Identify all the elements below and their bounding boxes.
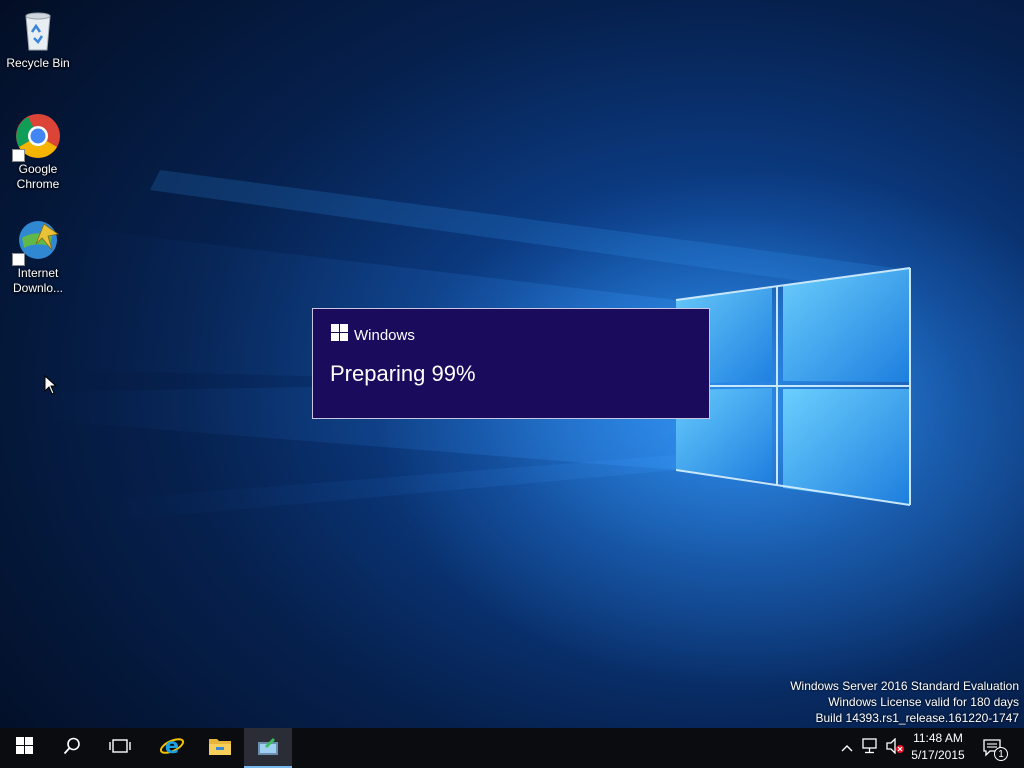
watermark-edition: Windows Server 2016 Standard Evaluation [790,679,1019,693]
taskbar-internet-explorer[interactable]: e [148,728,196,768]
network-button[interactable] [860,728,882,768]
clock-date: 5/17/2015 [911,748,965,762]
taskbar-active-app[interactable] [244,728,292,768]
start-icon [15,737,33,759]
notification-count-badge: 1 [994,747,1008,761]
volume-muted-icon [885,736,905,759]
internet-explorer-icon: e [159,733,185,764]
svg-text:e: e [165,734,179,758]
chrome-icon [12,112,62,162]
file-explorer-icon [208,736,232,761]
watermark-build: Build 14393.rs1_release.161220-1747 [815,711,1020,725]
task-view-icon [109,738,131,759]
mouse-cursor-icon [44,375,58,395]
taskbar-clock[interactable]: 11:48 AM 5/17/2015 [904,730,972,764]
start-button[interactable] [0,728,48,768]
desktop-icon-internet-download-manager[interactable]: Internet Downlo... [0,216,76,296]
action-center-icon: 1 [982,738,1008,761]
recycle-bin-icon [14,6,62,54]
chevron-up-icon [841,739,853,757]
desktop-icon-label: Google Chrome [16,162,60,191]
show-hidden-icons-button[interactable] [838,728,856,768]
dialog-title: Windows [354,326,415,344]
taskbar-file-explorer[interactable] [196,728,244,768]
shortcut-overlay-icon [12,149,25,162]
taskbar: e 11:48 AM 5/17/2015 1 [0,728,1024,768]
volume-button[interactable] [884,728,906,768]
edition-watermark: Windows Server 2016 Standard Evaluation … [790,678,1019,726]
active-app-icon [257,736,279,761]
desktop-icon-recycle-bin[interactable]: Recycle Bin [0,6,76,71]
search-icon [63,737,81,760]
task-view-button[interactable] [96,728,144,768]
windows-logo-icon [331,324,348,346]
preparing-status: Preparing 99% [330,361,476,386]
action-center-button[interactable]: 1 [978,728,1008,768]
preparing-dialog: Windows Preparing 99% [312,308,710,419]
watermark-license: Windows License valid for 180 days [828,695,1019,709]
shortcut-overlay-icon [12,253,25,266]
search-button[interactable] [48,728,96,768]
network-icon [862,737,880,759]
clock-time: 11:48 AM [913,731,963,745]
desktop-icon-chrome[interactable]: Google Chrome [0,112,76,192]
desktop-icon-label: Recycle Bin [6,56,70,70]
dialog-header: Windows [331,324,415,346]
desktop-icon-label: Internet Downlo... [12,266,64,295]
internet-download-manager-icon [12,216,62,266]
